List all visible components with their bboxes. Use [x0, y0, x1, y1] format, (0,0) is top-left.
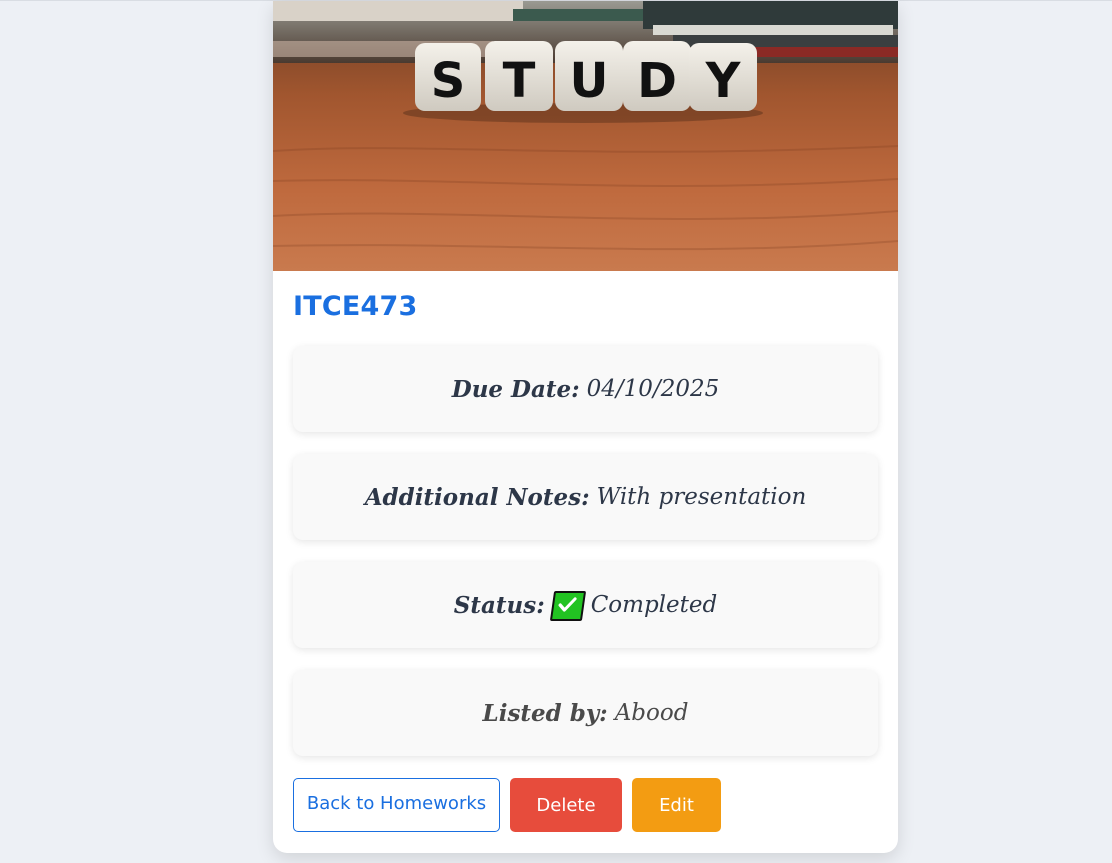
due-date-box: Due Date: 04/10/2025	[293, 346, 878, 432]
listed-by-label: Listed by:	[482, 699, 608, 727]
notes-value: With presentation	[596, 484, 807, 510]
svg-text:D: D	[637, 53, 677, 109]
edit-button[interactable]: Edit	[632, 778, 721, 832]
svg-text:U: U	[570, 53, 609, 109]
status-value: Completed	[590, 592, 718, 618]
notes-box: Additional Notes: With presentation	[293, 454, 878, 540]
svg-text:T: T	[503, 53, 536, 109]
listed-by-value: Abood	[614, 700, 689, 726]
back-to-homeworks-button[interactable]: Back to Homeworks	[293, 778, 500, 832]
homework-title: ITCE473	[293, 291, 418, 322]
due-date-value: 04/10/2025	[586, 376, 720, 402]
listed-by-box: Listed by: Abood	[293, 670, 878, 756]
due-date-label: Due Date:	[451, 375, 580, 403]
status-label: Status:	[453, 591, 545, 619]
status-box: Status: Completed	[293, 562, 878, 648]
hero-image: S T U D Y	[273, 1, 898, 271]
notes-label: Additional Notes:	[364, 483, 590, 511]
homework-detail-card: S T U D Y ITCE473 Due Date: 04/10/2025 A…	[273, 1, 898, 853]
svg-text:Y: Y	[705, 53, 742, 109]
delete-button[interactable]: Delete	[510, 778, 622, 832]
check-box-icon	[549, 591, 586, 621]
svg-text:S: S	[431, 53, 466, 109]
